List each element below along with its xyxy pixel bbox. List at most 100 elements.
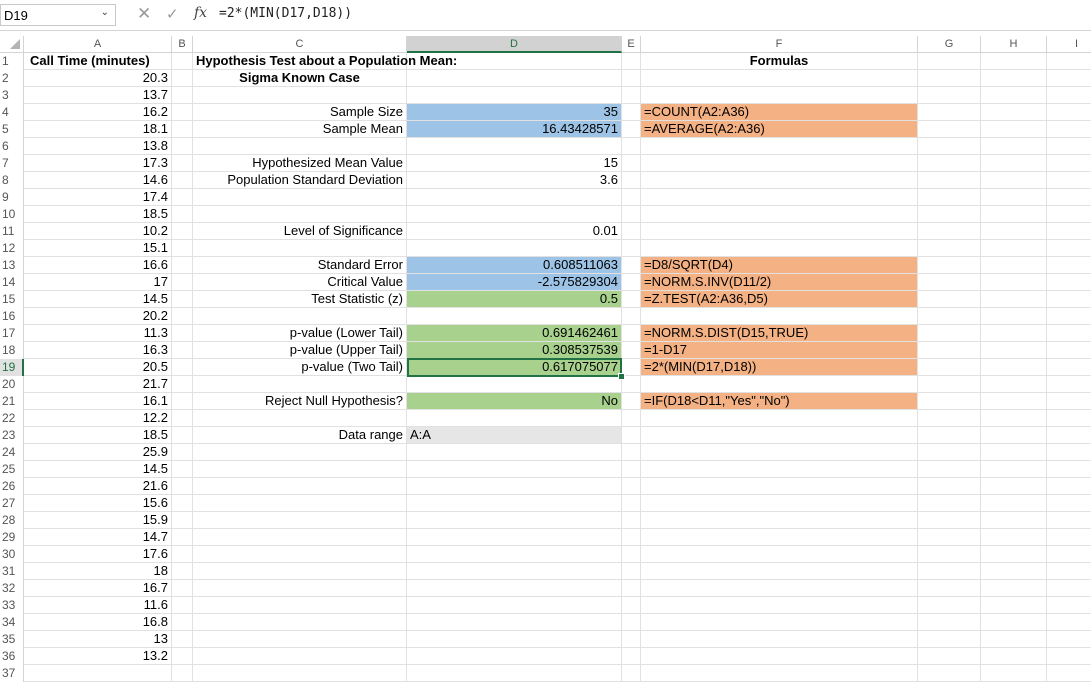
grid-cell[interactable] bbox=[1047, 648, 1091, 665]
cell-a36[interactable]: 13.2 bbox=[24, 648, 172, 665]
grid-cell[interactable] bbox=[622, 223, 641, 240]
grid-cell[interactable] bbox=[172, 308, 193, 325]
close-icon[interactable]: ✕ bbox=[137, 4, 151, 24]
grid-cell[interactable] bbox=[622, 308, 641, 325]
grid-cell[interactable] bbox=[193, 614, 407, 631]
row-header-16[interactable]: 16 bbox=[0, 308, 24, 325]
row-header-21[interactable]: 21 bbox=[0, 393, 24, 410]
grid-cell[interactable] bbox=[193, 546, 407, 563]
formula-p-lower[interactable]: =NORM.S.DIST(D15,TRUE) bbox=[641, 325, 918, 342]
grid-cell[interactable] bbox=[918, 308, 981, 325]
grid-cell[interactable] bbox=[407, 376, 622, 393]
grid-cell[interactable] bbox=[1047, 70, 1091, 87]
grid-cell[interactable] bbox=[622, 614, 641, 631]
row-header-9[interactable]: 9 bbox=[0, 189, 24, 206]
grid-cell[interactable] bbox=[622, 104, 641, 121]
grid-cell[interactable] bbox=[641, 478, 918, 495]
row-header-15[interactable]: 15 bbox=[0, 291, 24, 308]
grid-cell[interactable] bbox=[918, 291, 981, 308]
row-header-25[interactable]: 25 bbox=[0, 461, 24, 478]
value-pop-sd[interactable]: 3.6 bbox=[407, 172, 622, 189]
grid-cell[interactable] bbox=[918, 427, 981, 444]
grid-cell[interactable] bbox=[981, 223, 1047, 240]
grid-cell[interactable] bbox=[172, 155, 193, 172]
cell-a7[interactable]: 17.3 bbox=[24, 155, 172, 172]
cell-a15[interactable]: 14.5 bbox=[24, 291, 172, 308]
grid-cell[interactable] bbox=[193, 648, 407, 665]
check-icon[interactable]: ✓ bbox=[166, 5, 179, 23]
grid-cell[interactable] bbox=[193, 495, 407, 512]
grid-cell[interactable] bbox=[918, 172, 981, 189]
grid-cell[interactable] bbox=[641, 87, 918, 104]
grid-cell[interactable] bbox=[407, 461, 622, 478]
row-header-13[interactable]: 13 bbox=[0, 257, 24, 274]
grid-cell[interactable] bbox=[622, 291, 641, 308]
value-sample-size[interactable]: 35 bbox=[407, 104, 622, 121]
cell-a24[interactable]: 25.9 bbox=[24, 444, 172, 461]
row-header-27[interactable]: 27 bbox=[0, 495, 24, 512]
grid-cell[interactable] bbox=[918, 359, 981, 376]
grid-cell[interactable] bbox=[407, 512, 622, 529]
grid-cell[interactable] bbox=[407, 597, 622, 614]
grid-cell[interactable] bbox=[407, 631, 622, 648]
grid-cell[interactable] bbox=[981, 206, 1047, 223]
row-header-10[interactable]: 10 bbox=[0, 206, 24, 223]
grid-cell[interactable] bbox=[981, 359, 1047, 376]
value-critical[interactable]: -2.575829304 bbox=[407, 274, 622, 291]
grid-cell[interactable] bbox=[622, 138, 641, 155]
row-header-31[interactable]: 31 bbox=[0, 563, 24, 580]
grid-cell[interactable] bbox=[172, 546, 193, 563]
grid-cell[interactable] bbox=[193, 410, 407, 427]
grid-cell[interactable] bbox=[918, 87, 981, 104]
grid-cell[interactable] bbox=[641, 138, 918, 155]
grid-cell[interactable] bbox=[918, 53, 981, 70]
row-header-32[interactable]: 32 bbox=[0, 580, 24, 597]
grid-cell[interactable] bbox=[981, 410, 1047, 427]
formulas-header[interactable]: Formulas bbox=[641, 53, 918, 70]
grid-cell[interactable] bbox=[172, 121, 193, 138]
grid-cell[interactable] bbox=[981, 512, 1047, 529]
grid-cell[interactable] bbox=[1047, 546, 1091, 563]
grid-cell[interactable] bbox=[193, 444, 407, 461]
grid-cell[interactable] bbox=[1047, 376, 1091, 393]
grid-cell[interactable] bbox=[172, 512, 193, 529]
row-header-7[interactable]: 7 bbox=[0, 155, 24, 172]
grid-cell[interactable] bbox=[1047, 291, 1091, 308]
grid-cell[interactable] bbox=[1047, 631, 1091, 648]
grid-cell[interactable] bbox=[1047, 223, 1091, 240]
grid-cell[interactable] bbox=[172, 257, 193, 274]
cell-a18[interactable]: 16.3 bbox=[24, 342, 172, 359]
cell-a31[interactable]: 18 bbox=[24, 563, 172, 580]
grid-cell[interactable] bbox=[407, 138, 622, 155]
grid-cell[interactable] bbox=[981, 580, 1047, 597]
grid-cell[interactable] bbox=[918, 240, 981, 257]
grid-cell[interactable] bbox=[193, 563, 407, 580]
label-hyp-mean[interactable]: Hypothesized Mean Value bbox=[193, 155, 407, 172]
cell-a13[interactable]: 16.6 bbox=[24, 257, 172, 274]
cell-a10[interactable]: 18.5 bbox=[24, 206, 172, 223]
grid-cell[interactable] bbox=[407, 580, 622, 597]
grid-cell[interactable] bbox=[622, 444, 641, 461]
grid-cell[interactable] bbox=[622, 342, 641, 359]
grid-cell[interactable] bbox=[193, 631, 407, 648]
grid-cell[interactable] bbox=[1047, 87, 1091, 104]
grid-cell[interactable] bbox=[918, 257, 981, 274]
grid-cell[interactable] bbox=[918, 104, 981, 121]
grid-cell[interactable] bbox=[981, 53, 1047, 70]
grid-cell[interactable] bbox=[641, 444, 918, 461]
cell-a25[interactable]: 14.5 bbox=[24, 461, 172, 478]
grid-cell[interactable] bbox=[622, 121, 641, 138]
grid-cell[interactable] bbox=[172, 648, 193, 665]
grid-cell[interactable] bbox=[981, 597, 1047, 614]
cell-a9[interactable]: 17.4 bbox=[24, 189, 172, 206]
grid-cell[interactable] bbox=[918, 597, 981, 614]
grid-cell[interactable] bbox=[981, 546, 1047, 563]
grid-cell[interactable] bbox=[193, 478, 407, 495]
grid-cell[interactable] bbox=[622, 393, 641, 410]
grid-cell[interactable] bbox=[918, 274, 981, 291]
row-header-17[interactable]: 17 bbox=[0, 325, 24, 342]
grid-cell[interactable] bbox=[172, 291, 193, 308]
grid-cell[interactable] bbox=[1047, 121, 1091, 138]
grid-cell[interactable] bbox=[622, 257, 641, 274]
grid-cell[interactable] bbox=[918, 189, 981, 206]
